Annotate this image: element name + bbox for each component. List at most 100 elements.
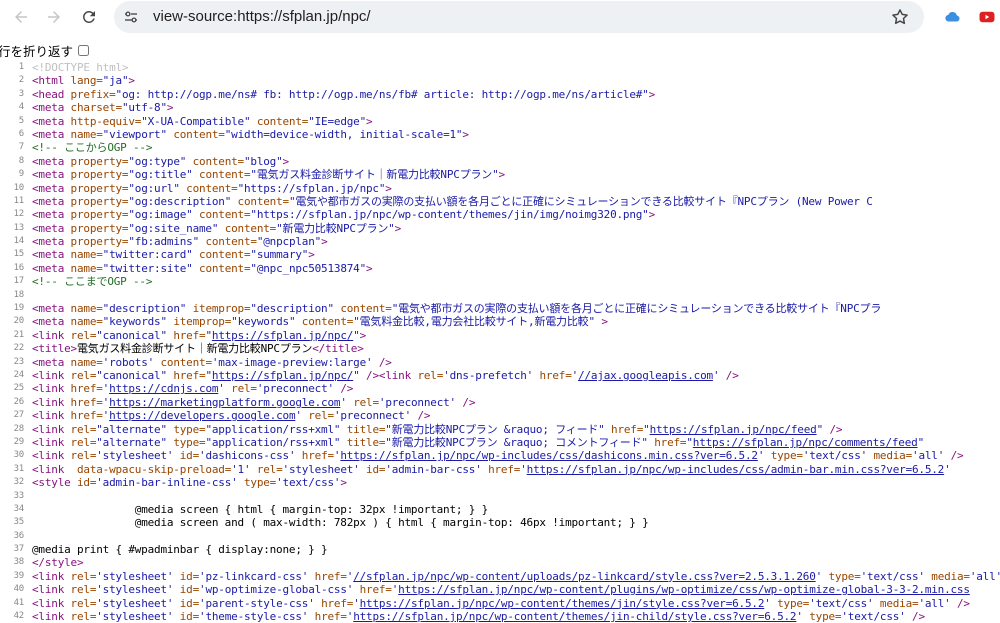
source-link[interactable]: https://sfplan.jp/npc/	[212, 369, 353, 382]
source-line: 16 <meta name="twitter:site" content="@np…	[0, 262, 1000, 275]
source-line: 8 <meta property="og:type" content="blog"…	[0, 155, 1000, 168]
code-token: />	[462, 395, 476, 409]
url-text[interactable]: view-source:https://sfplan.jp/npc/	[153, 1, 371, 33]
code-token: >	[128, 74, 135, 88]
arrow-right-icon	[48, 11, 60, 23]
code-token: @media screen { html { margin-top: 32px …	[32, 502, 489, 516]
code-token: "alternate"	[96, 435, 174, 449]
line-code: <meta property="og:description" content=…	[32, 195, 1000, 208]
code-token: name=	[70, 315, 103, 329]
code-token: content=	[173, 127, 225, 141]
code-token: <meta	[32, 248, 71, 262]
line-code: <meta name='robots' content='max-image-p…	[32, 356, 1000, 369]
code-token: 'text/css'	[276, 476, 341, 490]
line-number: 3	[18, 88, 24, 99]
source-link[interactable]: https://sfplan.jp/npc/wp-includes/css/da…	[340, 449, 758, 462]
source-link[interactable]: https://sfplan.jp/npc/wp-content/themes/…	[360, 597, 765, 610]
code-token: "@npcplan"	[256, 235, 322, 249]
code-token: <head	[32, 87, 71, 101]
cloud-extension-icon[interactable]	[943, 8, 961, 26]
youtube-extension-icon[interactable]	[978, 8, 996, 26]
code-token: <meta	[32, 127, 71, 141]
code-token: type=	[243, 476, 277, 490]
code-token: 'all'	[912, 449, 951, 463]
code-token: property=	[70, 181, 129, 195]
code-token: 'wp-optimize-global-css'	[199, 583, 360, 597]
code-token: >	[394, 221, 402, 235]
code-token: property=	[70, 221, 129, 235]
line-code: <meta name="twitter:card" content="summa…	[32, 248, 1000, 261]
forward-button[interactable]	[37, 0, 71, 34]
code-token: prefix=	[70, 87, 116, 101]
code-token: />	[725, 368, 739, 382]
address-bar[interactable]: view-source:https://sfplan.jp/npc/	[114, 1, 924, 33]
source-link[interactable]: https://cdnjs.com	[109, 382, 218, 395]
code-token: </title>	[312, 342, 364, 356]
code-token: />	[340, 382, 354, 396]
site-info-icon[interactable]	[122, 8, 140, 26]
code-token: "新電力比較NPCプラン"	[276, 221, 395, 235]
code-token: itemprop=	[173, 315, 232, 329]
code-token: "keywords"	[102, 315, 174, 329]
code-token: charset=	[70, 101, 123, 115]
source-link[interactable]: https://sfplan.jp/npc/comments/feed	[693, 436, 918, 449]
code-token: name=	[70, 127, 103, 141]
code-token: <meta	[32, 168, 71, 182]
code-token: '	[764, 596, 778, 610]
code-token: content=	[199, 208, 251, 222]
code-token: "IE=edge"	[308, 114, 367, 128]
code-token: 'dns-prefetch'	[443, 368, 540, 382]
source-link[interactable]: https://sfplan.jp/npc/wp-content/plugins…	[398, 583, 970, 596]
code-token: <!DOCTYPE html>	[32, 61, 129, 74]
source-line: 6 <meta name="viewport" content="width=de…	[0, 128, 1000, 141]
line-wrap-checkbox[interactable]	[78, 44, 90, 56]
line-code: <link rel='stylesheet' id='dashicons-css…	[32, 449, 1000, 462]
line-number: 7	[18, 142, 24, 153]
star-icon[interactable]	[890, 7, 910, 27]
line-code: <link rel='stylesheet' id='pz-linkcard-c…	[32, 570, 1000, 583]
code-token: type=	[777, 596, 810, 610]
code-token: type=	[770, 449, 803, 463]
source-link[interactable]: https://marketingplatform.google.com	[109, 396, 340, 409]
code-token: "新電力比較NPCプラン &raquo; フィード"	[385, 422, 612, 436]
code-token: "fb:admins"	[128, 235, 206, 249]
code-token: content=	[256, 114, 309, 128]
code-token: <link	[32, 435, 71, 449]
line-number: 34	[13, 503, 25, 514]
source-link[interactable]: https://developers.google.com	[109, 409, 295, 422]
source-link[interactable]: https://sfplan.jp/npc/	[212, 329, 353, 342]
source-link[interactable]: //sfplan.jp/npc/wp-content/uploads/pz-li…	[353, 570, 816, 583]
source-link[interactable]: //ajax.googleapis.com	[578, 369, 713, 382]
source-link[interactable]: https://sfplan.jp/npc/feed	[650, 423, 817, 436]
code-token: title=	[346, 422, 386, 436]
code-token: content=	[301, 315, 354, 329]
back-button[interactable]	[4, 0, 38, 34]
source-link[interactable]: https://sfplan.jp/npc/wp-content/themes/…	[353, 610, 796, 623]
line-number: 10	[13, 182, 25, 193]
code-token: property=	[70, 194, 129, 208]
line-wrap-label: 行を折り返す	[0, 43, 74, 59]
code-token: href=	[173, 328, 206, 342]
code-token: data-wpacu-skip-preload=	[76, 462, 232, 476]
line-code: <meta name="viewport" content="width=dev…	[32, 128, 1000, 141]
code-token: 'max-image-preview:large'	[211, 355, 379, 369]
code-token: rel=	[70, 449, 97, 463]
code-token: >	[385, 181, 392, 195]
line-number: 33	[13, 490, 25, 501]
line-number: 2	[18, 75, 24, 86]
code-token: "application/rss+xml"	[205, 435, 347, 449]
code-token: />	[950, 449, 964, 463]
line-number: 11	[13, 195, 25, 206]
line-code: <link rel="canonical" href="https://sfpl…	[32, 369, 1000, 382]
source-line: 4 <meta charset="utf-8">	[0, 101, 1000, 114]
reload-button[interactable]	[72, 0, 106, 34]
code-token: <link	[32, 368, 71, 382]
code-token: 'text/css'	[841, 610, 913, 623]
source-link[interactable]: https://sfplan.jp/npc/wp-includes/css/ad…	[527, 463, 945, 476]
code-token: 電気ガス料金診断サイト｜新電力比較NPCプラン	[76, 342, 313, 356]
code-token: "電気や都市ガスの実際の支払い額を各月ごとに正確にシミュレーションできる比較サイ…	[391, 302, 882, 316]
code-token: media=	[879, 596, 919, 610]
code-token: <meta	[32, 181, 71, 195]
code-token: >	[282, 154, 290, 168]
code-token: >	[359, 328, 367, 342]
